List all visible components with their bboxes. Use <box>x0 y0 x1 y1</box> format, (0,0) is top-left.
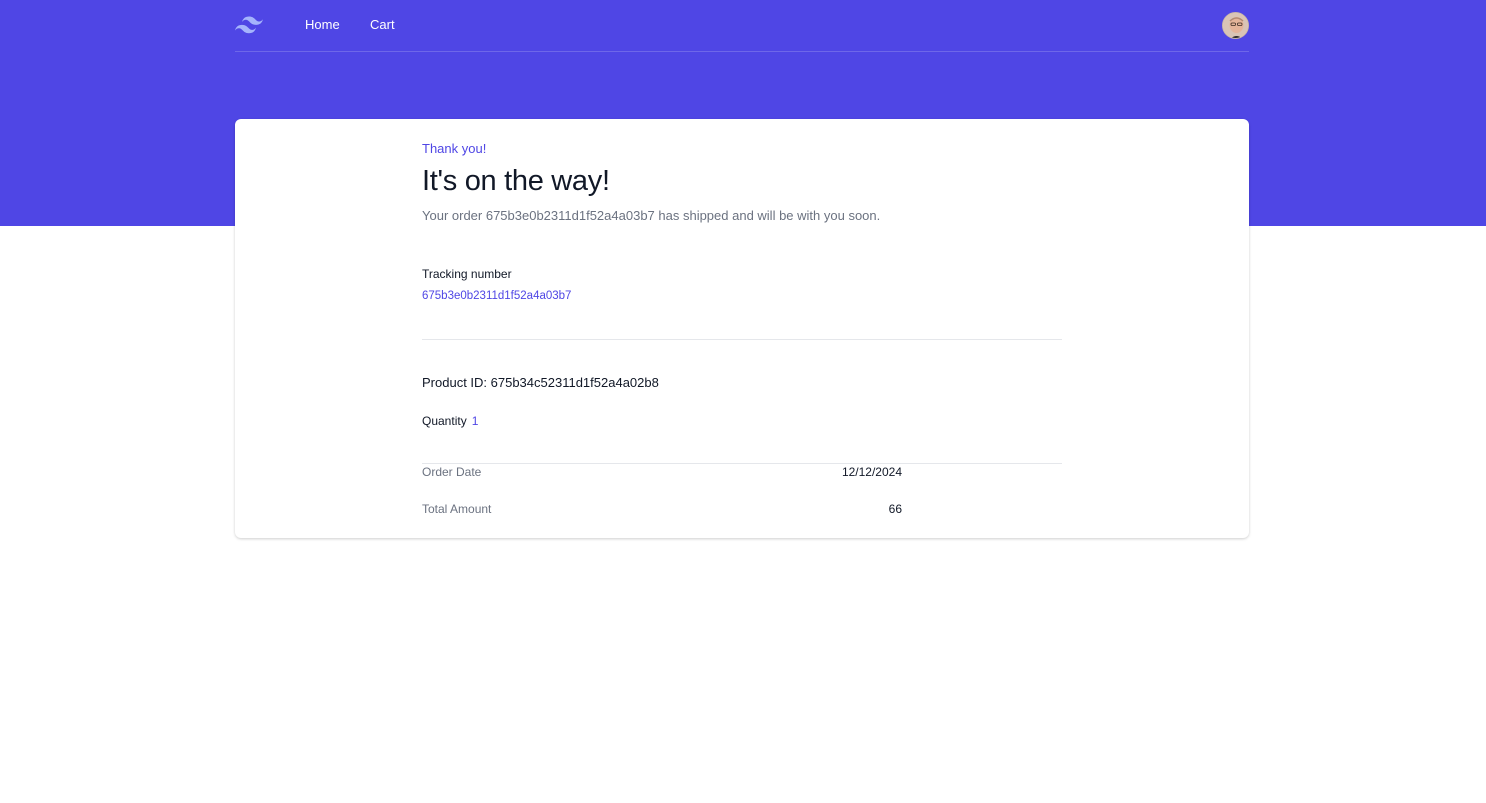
order-confirmation-card: Thank you! It's on the way! Your order 6… <box>235 119 1249 538</box>
avatar-portrait-icon <box>1223 13 1248 38</box>
nav-link-cart[interactable]: Cart <box>370 17 395 32</box>
order-date-label: Order Date <box>422 465 482 479</box>
page-title: It's on the way! <box>422 165 610 197</box>
user-avatar-icon[interactable] <box>1222 12 1249 39</box>
quantity-label: Quantity <box>422 414 467 428</box>
thank-you-label: Thank you! <box>422 141 487 156</box>
tailwind-logo-icon[interactable] <box>235 16 263 34</box>
quantity-row: Quantity 1 <box>422 414 478 428</box>
order-date-value: 12/12/2024 <box>841 465 902 479</box>
total-amount-value: 66 <box>888 502 902 516</box>
tracking-number-label: Tracking number <box>422 267 512 281</box>
summary-divider <box>422 463 1062 464</box>
product-id: Product ID: 675b34c52311d1f52a4a02b8 <box>422 375 659 390</box>
quantity-value: 1 <box>471 414 479 428</box>
top-navigation: Home Cart <box>235 0 1249 52</box>
section-divider <box>422 339 1062 340</box>
order-shipped-message: Your order 675b3e0b2311d1f52a4a03b7 has … <box>422 208 881 223</box>
tracking-number-link[interactable]: 675b3e0b2311d1f52a4a03b7 <box>422 290 571 302</box>
total-amount-label: Total Amount <box>422 502 492 516</box>
nav-link-home[interactable]: Home <box>305 17 340 32</box>
